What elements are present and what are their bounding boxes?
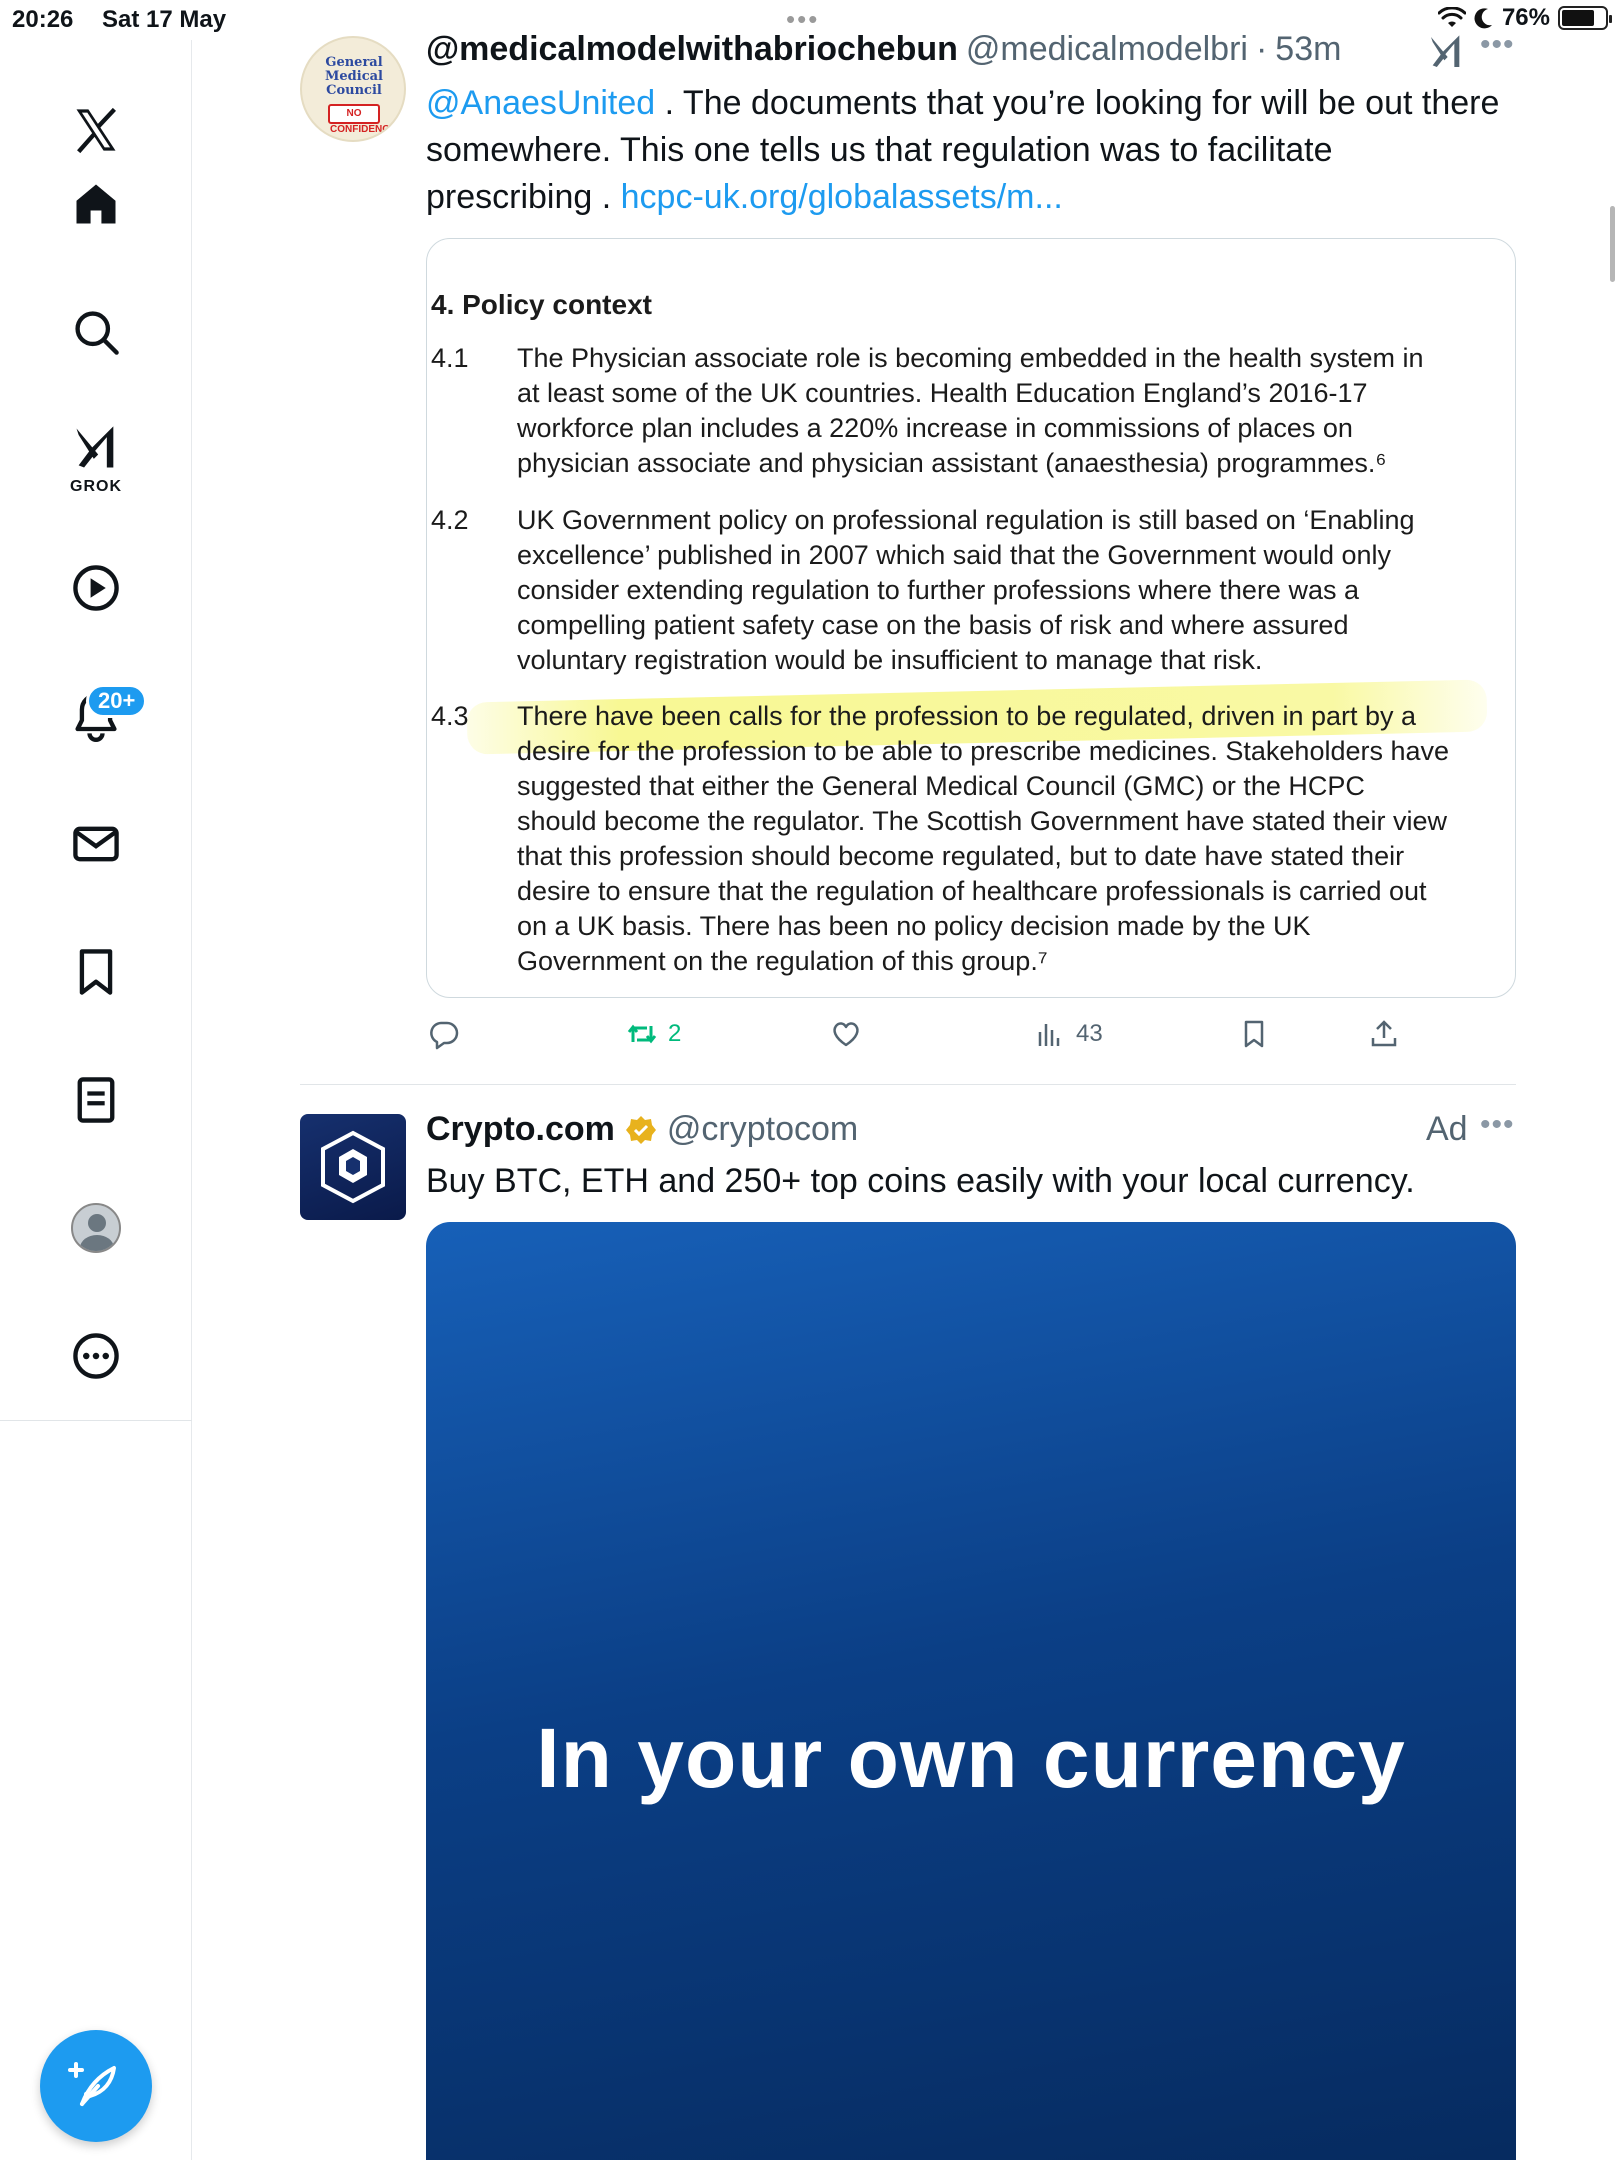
ad-more-icon[interactable]: ••• [1480,1108,1515,1142]
doc-paragraph: The Physician associate role is becoming… [517,343,1424,478]
battery-icon [1558,6,1612,30]
doc-para-number: 4.2 [431,505,469,535]
retweet-count: 2 [668,1020,682,1047]
post-author-avatar[interactable]: General Medical Council NO CONFIDENCE [300,36,406,142]
share-icon [1371,1020,1397,1047]
more-options-icon[interactable] [46,1306,146,1406]
post-header: @medicalmodelwithabriochebun @medicalmod… [426,30,1341,69]
ad-author-avatar[interactable] [300,1114,406,1220]
views-chart-icon [1038,1024,1060,1046]
post-mention[interactable]: @AnaesUnited [426,84,655,122]
profile-nav[interactable] [46,1178,146,1278]
doc-paragraph: There have been calls for the profession… [517,701,1450,976]
views-button[interactable]: 43 [1034,1018,1103,1050]
crypto-com-logo-icon [321,1130,385,1204]
ad-headline: In your own currency [536,1711,1406,1805]
search-icon[interactable] [46,282,146,382]
messages-envelope-icon[interactable] [46,794,146,894]
scrollbar[interactable] [1610,206,1615,282]
post-actions: 2 43 [426,1018,1516,1058]
avatar-stamp: NO CONFIDENCE [328,104,396,135]
sidebar: GROK 20+ [0,40,192,2160]
retweet-button[interactable]: 2 [626,1018,681,1050]
post-separator: · [1255,30,1268,68]
retweet-icon [627,1024,657,1044]
sidebar-divider [0,1420,192,1421]
bookmark-icon [1244,1020,1264,1048]
status-time: 20:26 [12,6,74,33]
avatar-logo-text: General Medical Council [325,55,383,98]
like-button[interactable] [830,1018,872,1050]
notifications-badge: 20+ [86,684,148,718]
ad-media[interactable]: In your own currency [426,1222,1516,2160]
post-display-name[interactable]: @medicalmodelwithabriochebun [426,30,958,69]
ad-label: Ad [1426,1110,1468,1148]
status-right: 76% [1437,4,1612,32]
share-button[interactable] [1368,1018,1400,1050]
ad-header: Crypto.com @cryptocom [426,1110,858,1149]
compose-button[interactable] [40,2030,152,2142]
post-separator-line [300,1084,1516,1085]
reply-icon [430,1021,459,1050]
reply-button[interactable] [428,1018,470,1050]
doc-para-number: 4.1 [431,343,469,373]
post-image[interactable]: 4. Policy context 4.1 The Physician asso… [426,238,1516,998]
grok-explain-icon[interactable] [1426,32,1466,72]
post-handle[interactable]: @medicalmodelbri [966,30,1248,69]
wifi-icon [1437,7,1466,27]
profile-avatar-icon [71,1203,121,1253]
verified-badge-icon [625,1115,656,1144]
post-text: @AnaesUnited . The documents that you’re… [426,84,1500,216]
views-count: 43 [1076,1020,1103,1047]
lists-icon[interactable] [46,1050,146,1150]
grok-label: GROK [70,478,122,495]
post-more-icon[interactable]: ••• [1480,28,1515,62]
home-icon[interactable] [46,154,146,254]
compose-feather-icon [68,2062,116,2106]
doc-para-number: 4.3 [431,701,469,731]
ad-display-name[interactable]: Crypto.com [426,1110,615,1149]
ad-handle[interactable]: @cryptocom [667,1110,858,1149]
post-timestamp[interactable]: 53m [1275,30,1341,69]
doc-paragraph: UK Government policy on professional reg… [517,505,1415,675]
ad-text: Buy BTC, ETH and 250+ top coins easily w… [426,1162,1415,1200]
bookmarks-icon[interactable] [46,922,146,1022]
status-date: Sat 17 May [102,6,227,33]
heart-icon [833,1022,859,1047]
moon-icon [1474,8,1492,29]
post-link[interactable]: hcpc-uk.org/globalassets/m... [621,178,1063,216]
video-play-icon[interactable] [46,538,146,638]
doc-heading: 4. Policy context [431,289,652,320]
document-screenshot: 4. Policy context 4.1 The Physician asso… [427,239,1515,997]
bookmark-button[interactable] [1238,1018,1270,1050]
